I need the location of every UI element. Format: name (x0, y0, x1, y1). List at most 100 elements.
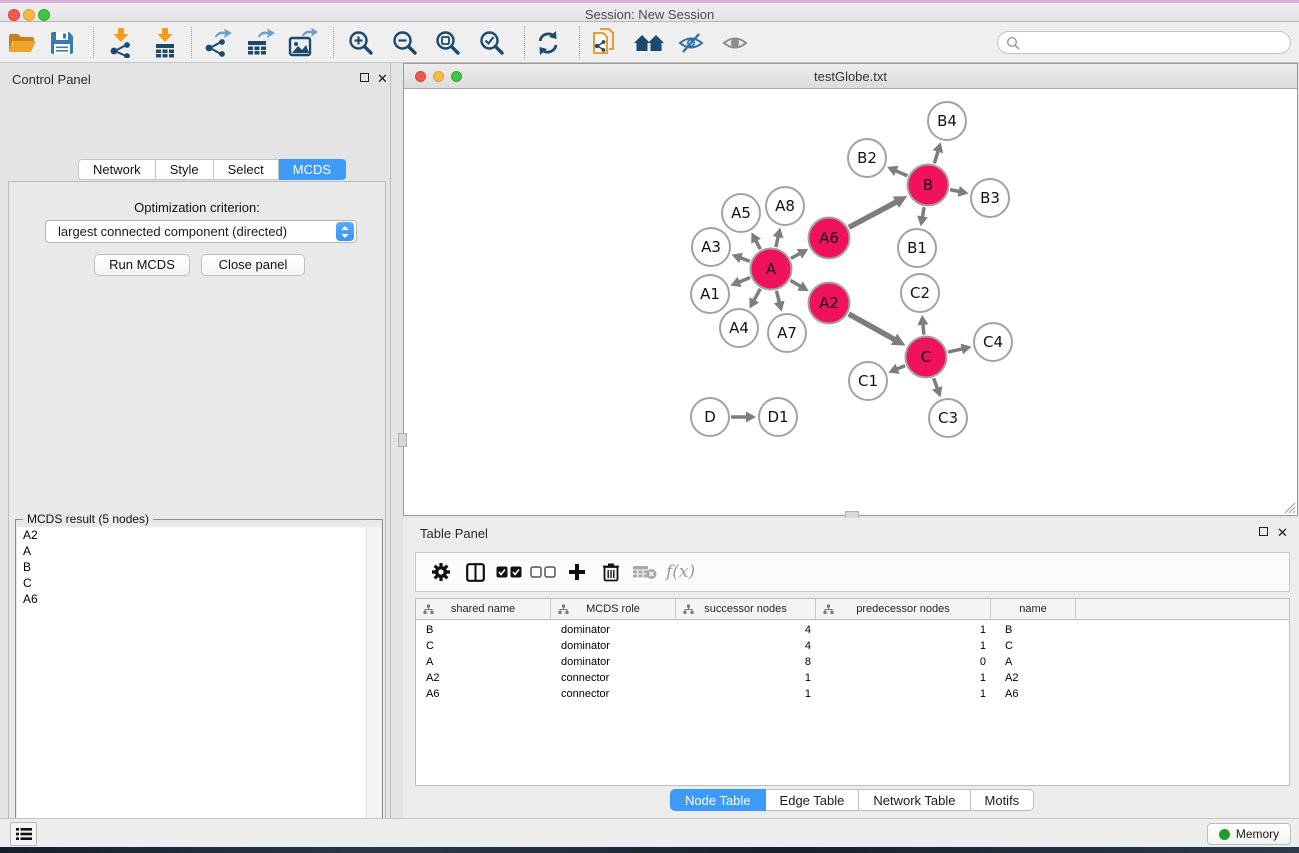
export-image-icon[interactable] (285, 25, 321, 61)
tab-edge-table[interactable]: Edge Table (766, 789, 860, 811)
edge-A-A1[interactable] (738, 278, 750, 283)
result-item[interactable]: A6 (17, 591, 381, 607)
memory-button[interactable]: Memory (1207, 823, 1291, 845)
result-item[interactable]: C (17, 575, 381, 591)
cell-MCDS-role[interactable]: connector (551, 686, 676, 702)
graph-node-D[interactable]: D (691, 398, 729, 436)
tab-select[interactable]: Select (214, 159, 279, 180)
create-column-icon[interactable] (560, 556, 594, 588)
tab-network[interactable]: Network (78, 159, 156, 180)
open-folder-icon[interactable] (4, 25, 40, 61)
edge-A-A4[interactable] (753, 289, 760, 302)
tab-network-table[interactable]: Network Table (859, 789, 970, 811)
graph-node-C3[interactable]: C3 (929, 399, 967, 437)
cell-predecessor-nodes[interactable]: 1 (816, 686, 991, 702)
delete-column-icon[interactable] (594, 556, 628, 588)
column-header-successor-nodes[interactable]: successor nodes (676, 599, 816, 620)
result-scrollbar[interactable] (366, 527, 381, 853)
network-window-titlebar[interactable]: testGlobe.txt (404, 64, 1297, 89)
graph-node-B1[interactable]: B1 (898, 229, 936, 267)
graph-node-A6[interactable]: A6 (809, 218, 850, 259)
float-table-panel-icon[interactable] (1259, 527, 1268, 539)
hide-selected-icon[interactable] (673, 25, 709, 61)
table-row[interactable]: Adominator80A (416, 654, 1289, 670)
cell-shared-name[interactable]: A6 (416, 686, 551, 702)
cell-predecessor-nodes[interactable]: 1 (816, 622, 991, 638)
edge-B-B2[interactable] (894, 170, 907, 176)
column-header-name[interactable]: name (991, 599, 1076, 620)
select-all-icon[interactable] (492, 556, 526, 588)
table-row[interactable]: Bdominator41B (416, 622, 1289, 638)
tab-motifs[interactable]: Motifs (971, 789, 1035, 811)
show-columns-icon[interactable] (458, 556, 492, 588)
cell-successor-nodes[interactable]: 1 (676, 670, 816, 686)
zoom-selected-icon[interactable] (474, 25, 510, 61)
cell-MCDS-role[interactable]: dominator (551, 622, 676, 638)
graph-node-A5[interactable]: A5 (722, 194, 760, 232)
graph-node-D1[interactable]: D1 (759, 398, 797, 436)
table-row[interactable]: A6connector11A6 (416, 686, 1289, 702)
column-header-MCDS-role[interactable]: MCDS role (551, 599, 676, 620)
node-table[interactable]: shared nameMCDS rolesuccessor nodesprede… (415, 598, 1290, 786)
graph-node-B[interactable]: B (908, 165, 949, 206)
close-table-panel-icon[interactable]: ✕ (1277, 525, 1288, 541)
graph-node-C2[interactable]: C2 (901, 274, 939, 312)
cell-shared-name[interactable]: A (416, 654, 551, 670)
tab-mcds[interactable]: MCDS (279, 159, 346, 180)
graph-node-A1[interactable]: A1 (691, 275, 729, 313)
edge-A-A7[interactable] (776, 291, 779, 304)
close-panel-button[interactable]: Close panel (201, 254, 305, 276)
graph-node-A2[interactable]: A2 (809, 283, 850, 324)
task-history-button[interactable] (10, 822, 37, 846)
criterion-dropdown[interactable]: largest connected component (directed) (45, 220, 357, 243)
edge-A2-C[interactable] (849, 314, 896, 340)
save-icon[interactable] (44, 25, 80, 61)
cell-predecessor-nodes[interactable]: 1 (816, 670, 991, 686)
float-panel-icon[interactable] (360, 73, 369, 85)
cell-predecessor-nodes[interactable]: 0 (816, 654, 991, 670)
show-all-icon[interactable] (717, 25, 753, 61)
cell-MCDS-role[interactable]: dominator (551, 654, 676, 670)
cell-shared-name[interactable]: A2 (416, 670, 551, 686)
deselect-all-icon[interactable] (526, 556, 560, 588)
cell-name[interactable]: A6 (991, 686, 1076, 702)
network-from-selection-icon[interactable] (587, 25, 623, 61)
resize-grip-icon[interactable] (1282, 500, 1296, 514)
column-header-shared-name[interactable]: shared name (416, 599, 551, 620)
column-header-predecessor-nodes[interactable]: predecessor nodes (816, 599, 991, 620)
first-neighbors-icon[interactable] (631, 25, 667, 61)
settings-gear-icon[interactable] (424, 556, 458, 588)
zoom-in-icon[interactable] (343, 25, 379, 61)
vertical-divider-handle[interactable] (398, 433, 407, 447)
cell-successor-nodes[interactable]: 8 (676, 654, 816, 670)
result-item[interactable]: B (17, 559, 381, 575)
search-field[interactable] (997, 31, 1291, 54)
graph-node-C1[interactable]: C1 (849, 362, 887, 400)
edge-A6-B[interactable] (849, 201, 898, 227)
zoom-fit-icon[interactable] (430, 25, 466, 61)
graph-node-C[interactable]: C (906, 337, 947, 378)
cell-successor-nodes[interactable]: 4 (676, 638, 816, 654)
result-item[interactable]: A (17, 543, 381, 559)
cell-predecessor-nodes[interactable]: 1 (816, 638, 991, 654)
cell-successor-nodes[interactable]: 4 (676, 622, 816, 638)
tab-node-table[interactable]: Node Table (670, 789, 766, 811)
table-row[interactable]: A2connector11A2 (416, 670, 1289, 686)
cell-name[interactable]: B (991, 622, 1076, 638)
graph-node-A8[interactable]: A8 (766, 187, 804, 225)
delete-table-icon[interactable] (628, 556, 662, 588)
function-builder-icon[interactable]: f(x) (666, 562, 695, 582)
graph-node-C4[interactable]: C4 (974, 323, 1012, 361)
cell-successor-nodes[interactable]: 1 (676, 686, 816, 702)
graph-node-A7[interactable]: A7 (768, 314, 806, 352)
graph-node-B2[interactable]: B2 (848, 139, 886, 177)
graph-node-A4[interactable]: A4 (720, 309, 758, 347)
edge-C-C4[interactable] (948, 349, 964, 353)
run-mcds-button[interactable]: Run MCDS (94, 254, 190, 276)
cell-MCDS-role[interactable]: dominator (551, 638, 676, 654)
table-row[interactable]: Cdominator41C (416, 638, 1289, 654)
graph-node-A[interactable]: A (751, 249, 792, 290)
close-panel-icon[interactable]: ✕ (377, 71, 388, 87)
cell-name[interactable]: C (991, 638, 1076, 654)
network-canvas[interactable]: B4B2BB3A8A5A6A3B1AA1C2A2A4A7CC4C1C3DD1 (404, 89, 1297, 515)
